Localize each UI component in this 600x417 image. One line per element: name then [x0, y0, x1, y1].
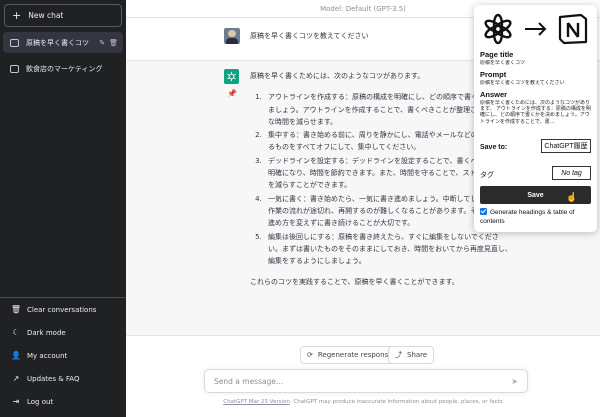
assistant-message: 原稿を早く書くためには、次のようなコツがあります。 アウトラインを作成する：原稿…: [250, 70, 512, 298]
share-icon: ⤴: [395, 351, 402, 359]
regenerate-response-button[interactable]: ⟳ Regenerate response: [300, 346, 400, 364]
chat-item-active[interactable]: 原稿を早く書くコツ ✎ 🗑: [3, 32, 123, 53]
sidebar-divider: [0, 297, 126, 298]
chat-item-label: 原稿を早く書くコツ: [26, 38, 89, 47]
dark-mode-button[interactable]: ☾ Dark mode: [3, 322, 123, 343]
clear-conversations-label: Clear conversations: [27, 305, 97, 314]
answer-label: Answer: [480, 90, 508, 99]
openai-logo-icon: [484, 13, 512, 45]
log-out-button[interactable]: ⇥ Log out: [3, 391, 123, 412]
chat-item[interactable]: 飲食店のマーケティング: [3, 58, 123, 79]
refresh-icon: ⟳: [307, 351, 313, 359]
clear-conversations-button[interactable]: 🗑 Clear conversations: [3, 299, 123, 320]
answer-intro: 原稿を早く書くためには、次のようなコツがあります。: [250, 72, 425, 80]
user-message: 原稿を早く書くコツを教えてください: [250, 32, 369, 40]
avatar: [224, 28, 240, 44]
version-link[interactable]: ChatGPT Mar 23 Version: [223, 399, 290, 405]
new-chat-button[interactable]: + New chat: [4, 4, 122, 27]
my-account-label: My account: [27, 351, 68, 360]
share-button[interactable]: ⤴ Share: [388, 346, 435, 364]
save-to-select[interactable]: ChatGPT履歴: [541, 139, 591, 153]
footer-disclaimer: ChatGPT Mar 23 Version. ChatGPT may prod…: [126, 399, 600, 405]
generate-headings-checkbox[interactable]: Generate headings & table of contents: [480, 208, 594, 226]
send-icon[interactable]: ➤: [511, 377, 518, 386]
answer-outro: これらのコツを実践することで、原稿を早く書くことができます。: [250, 278, 459, 287]
trash-icon[interactable]: 🗑: [109, 39, 118, 47]
chat-bubble-icon: [10, 38, 19, 47]
arrow-right-icon: [525, 22, 547, 36]
generate-headings-label: Generate headings & table of contents: [480, 209, 575, 225]
list-item: 編集は後回しにする：原稿を書き終えたら、すぐに編集をしないでください。まずは書い…: [264, 231, 512, 268]
prompt-label: Prompt: [480, 70, 507, 79]
footer-text: . ChatGPT may produce inaccurate informa…: [289, 399, 503, 405]
user-icon: 👤: [11, 351, 21, 360]
tag-label: タグ: [480, 172, 494, 179]
sidebar: + New chat 原稿を早く書くコツ ✎ 🗑 飲食店のマーケティング 🗑 C…: [0, 0, 126, 417]
message-input-placeholder: Send a message...: [214, 376, 284, 386]
updates-faq-link[interactable]: ↗ Updates & FAQ: [3, 368, 123, 389]
checkbox-checked-icon[interactable]: [480, 208, 487, 215]
regenerate-label: Regenerate response: [317, 351, 393, 359]
edit-icon[interactable]: ✎: [99, 39, 105, 47]
hand-cursor-icon: ☝: [566, 192, 578, 202]
dark-mode-label: Dark mode: [27, 328, 66, 337]
page-title-value[interactable]: 原稿を早く書くコツ: [480, 60, 592, 66]
my-account-button[interactable]: 👤 My account: [3, 345, 123, 366]
page-title-label: Page title: [480, 50, 514, 59]
logo-row: [484, 13, 588, 45]
prompt-value[interactable]: 原稿を早く書くコツを教えてください: [480, 80, 592, 86]
notion-logo-icon: [558, 13, 588, 45]
answer-value[interactable]: 原稿を早く書くためには、次のようなコツがあります。 アウトラインを作成する：原稿…: [480, 100, 592, 131]
updates-faq-label: Updates & FAQ: [27, 374, 80, 383]
trash-icon: 🗑: [10, 305, 22, 314]
plus-icon: +: [12, 9, 22, 22]
log-out-label: Log out: [27, 397, 54, 406]
share-label: Share: [407, 351, 428, 359]
chat-item-label: 飲食店のマーケティング: [26, 64, 103, 73]
save-to-label: Save to:: [480, 144, 508, 151]
tag-select[interactable]: No tag: [552, 166, 591, 180]
chat-bubble-icon: [10, 64, 19, 73]
moon-icon: ☾: [12, 328, 20, 337]
chatgpt-logo-icon: [224, 69, 239, 84]
pin-icon[interactable]: 📌: [227, 89, 237, 98]
message-input[interactable]: Send a message... ➤: [204, 369, 528, 393]
external-link-icon: ↗: [12, 374, 20, 383]
new-chat-label: New chat: [28, 11, 64, 20]
notion-save-popup: Page title 原稿を早く書くコツ Prompt 原稿を早く書くコツを教え…: [474, 5, 597, 232]
logout-icon: ⇥: [12, 397, 20, 406]
answer-list: アウトラインを作成する：原稿の構成を明確にし、どの順序で書くかを決めましょう。ア…: [250, 91, 512, 267]
